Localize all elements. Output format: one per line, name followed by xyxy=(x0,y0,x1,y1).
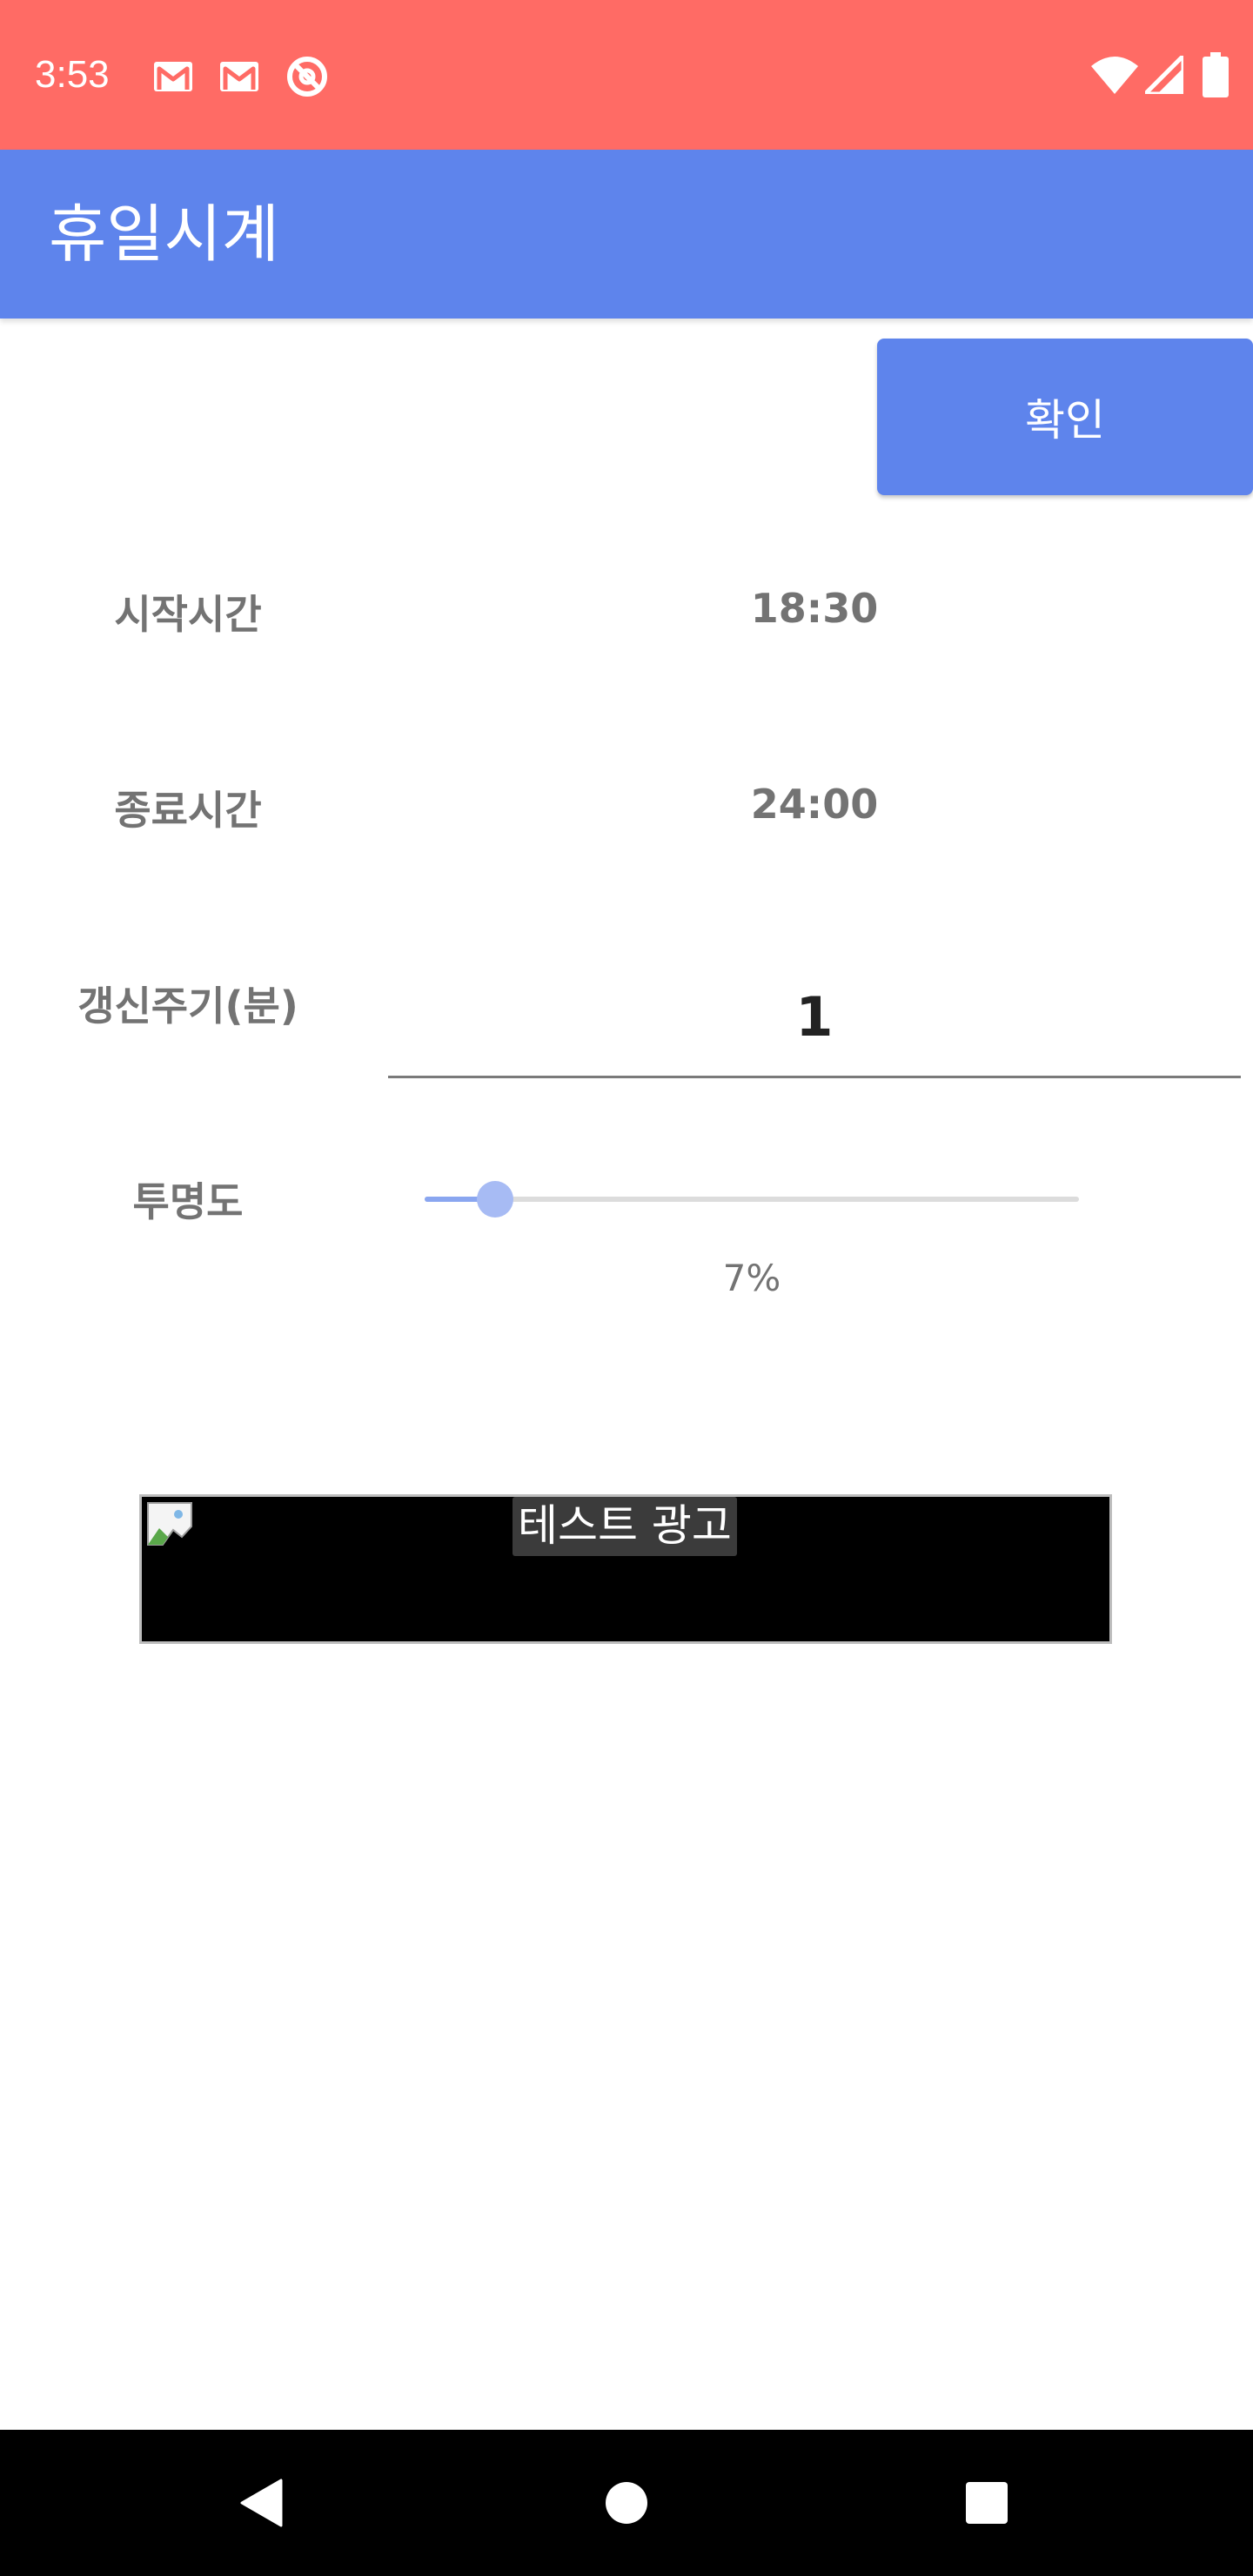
back-icon xyxy=(240,2479,283,2527)
wifi-icon xyxy=(1091,57,1138,94)
recents-button[interactable] xyxy=(900,2430,1074,2576)
home-button[interactable] xyxy=(539,2430,714,2576)
broken-image-icon xyxy=(147,1502,192,1546)
status-time: 3:53 xyxy=(35,53,110,96)
app-title: 휴일시계 xyxy=(49,198,279,271)
start-time-label: 시작시간 xyxy=(114,591,262,638)
signal-icon xyxy=(1145,56,1183,94)
confirm-button[interactable]: 확인 xyxy=(877,339,1253,495)
ad-label: 테스트 광고 xyxy=(513,1497,737,1556)
navigation-bar xyxy=(0,2430,1253,2576)
home-icon xyxy=(606,2482,647,2524)
recents-icon xyxy=(966,2482,1008,2524)
status-bar: 3:53 xyxy=(0,0,1253,150)
refresh-period-label: 갱신주기(분) xyxy=(77,983,298,1030)
do-not-disturb-icon xyxy=(287,57,327,97)
opacity-slider-track[interactable] xyxy=(425,1197,1079,1202)
opacity-label: 투명도 xyxy=(132,1178,244,1225)
gmail-icon xyxy=(220,62,258,91)
gmail-icon xyxy=(154,62,192,91)
battery-icon xyxy=(1203,52,1229,97)
screen: 3:53 휴일시계 확인 시작시간 18:30 종료시간 24:00 갱신주기(… xyxy=(0,0,1253,2576)
end-time-value[interactable]: 24:00 xyxy=(376,781,1253,828)
opacity-percent-text: 7% xyxy=(722,1257,781,1299)
refresh-period-input[interactable] xyxy=(388,957,1241,1078)
app-bar: 휴일시계 xyxy=(0,150,1253,319)
back-button[interactable] xyxy=(174,2430,348,2576)
ad-banner[interactable]: 테스트 광고 xyxy=(139,1494,1112,1644)
start-time-value[interactable]: 18:30 xyxy=(376,585,1253,632)
opacity-slider-thumb[interactable] xyxy=(476,1181,513,1218)
end-time-label: 종료시간 xyxy=(114,787,262,834)
